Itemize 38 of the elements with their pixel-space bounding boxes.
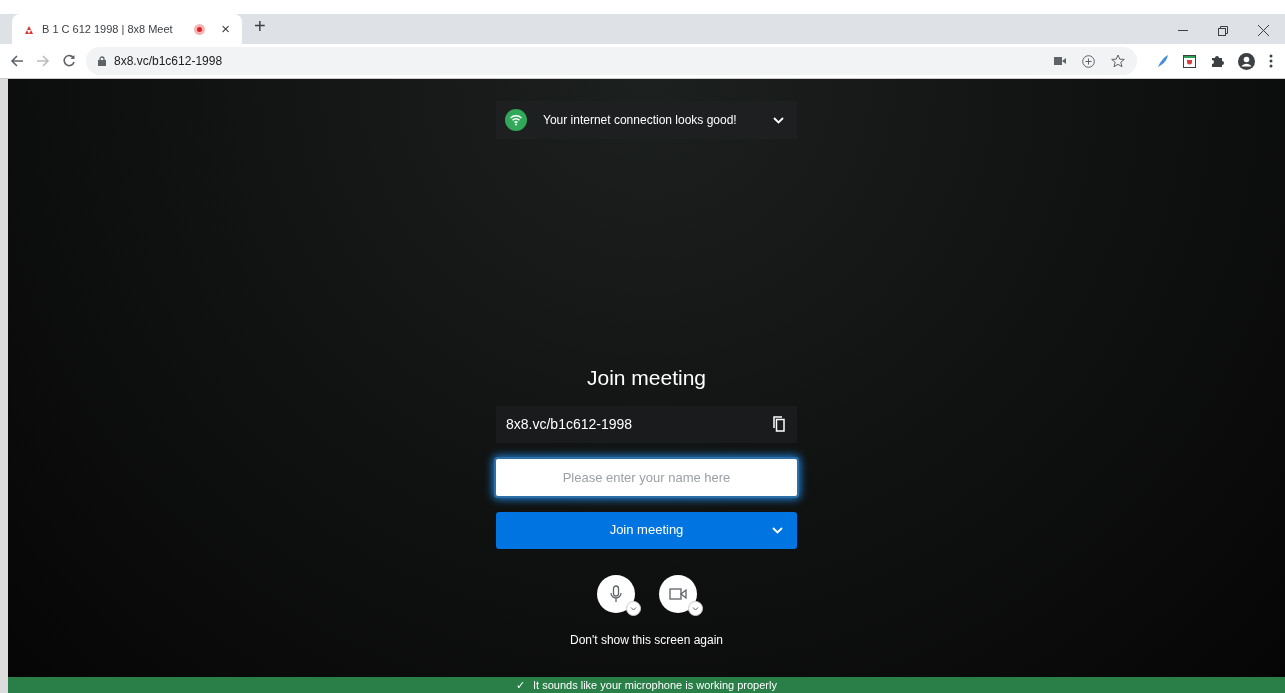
microphone-button[interactable] [596, 574, 635, 613]
check-icon: ✓ [516, 676, 525, 693]
video-camera-icon [668, 587, 687, 600]
account-icon[interactable] [1238, 52, 1255, 70]
connection-message: Your internet connection looks good! [543, 112, 737, 129]
star-icon[interactable] [1111, 54, 1125, 68]
close-tab-button[interactable]: × [221, 17, 230, 41]
browser-tab[interactable]: B 1 C 612 1998 | 8x8 Meet × [12, 14, 242, 44]
chevron-down-icon [772, 526, 783, 534]
copy-icon[interactable] [773, 416, 785, 432]
lock-icon [98, 56, 106, 66]
feather-icon[interactable] [1157, 54, 1169, 68]
close-icon[interactable] [1258, 25, 1269, 36]
name-field[interactable]: Please enter your name here [496, 458, 797, 496]
pocket-icon[interactable] [1183, 54, 1196, 68]
join-meeting-button[interactable]: Join meeting [496, 511, 797, 549]
minimize-icon[interactable] [1178, 29, 1188, 32]
join-title: Join meeting [586, 365, 707, 391]
new-tab-button[interactable]: + [254, 11, 266, 41]
restore-icon[interactable] [1218, 25, 1228, 36]
reload-icon[interactable] [62, 54, 76, 68]
back-icon[interactable] [10, 54, 24, 68]
chevron-down-icon[interactable] [687, 600, 703, 616]
address-bar[interactable]: 8x8.vc/b1c612-1998 [86, 47, 1137, 75]
connection-notice[interactable]: Your internet connection looks good! [496, 101, 797, 139]
chevron-down-icon[interactable] [625, 600, 641, 616]
wifi-icon [505, 109, 527, 131]
camera-button[interactable] [658, 574, 697, 613]
logo-icon [24, 24, 34, 34]
plus-circle-icon[interactable] [1082, 54, 1095, 68]
banner-message: It sounds like your microphone is working properly [533, 677, 777, 693]
dont-show-again-option[interactable]: Don't show this screen again [569, 630, 723, 649]
tab-title: B 1 C 612 1998 | 8x8 Meet [42, 21, 173, 37]
puzzle-icon[interactable] [1210, 54, 1224, 68]
camera-icon[interactable] [1054, 57, 1066, 65]
url-text: 8x8.vc/b1c612-1998 [114, 53, 223, 70]
microphone-icon [609, 584, 622, 603]
menu-icon[interactable] [1269, 54, 1273, 68]
